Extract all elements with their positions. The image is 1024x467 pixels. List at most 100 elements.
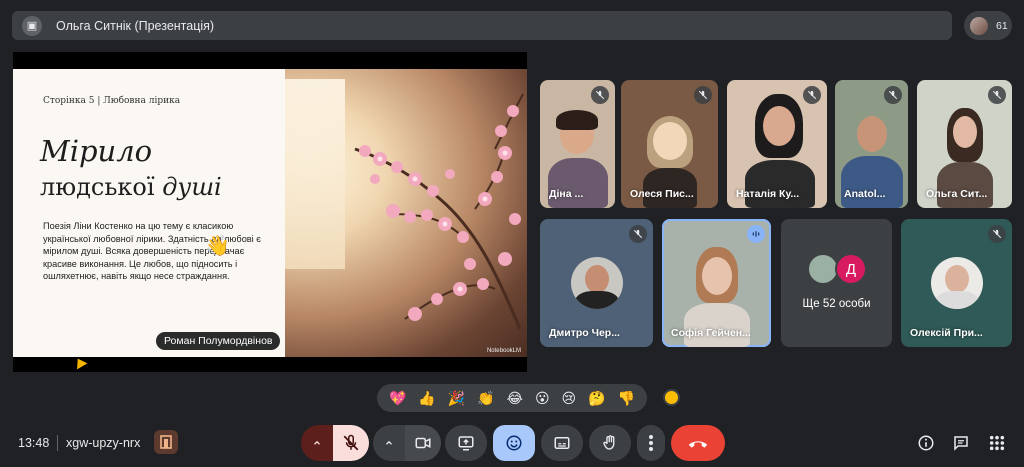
chevron-up-icon (314, 440, 320, 445)
participant-hair (647, 116, 693, 168)
speaking-indicator-icon (747, 225, 765, 243)
participant-tile[interactable]: Дмитро Чер... (540, 219, 653, 347)
presenter-title: Ольга Ситнік (Презентація) (56, 18, 215, 33)
reaction-sad[interactable]: 😢 (562, 391, 577, 405)
participant-tile-speaking[interactable]: Софія Гейчен... (662, 219, 771, 347)
participant-tile[interactable]: Олексій При... (901, 219, 1012, 347)
slide-text-panel: Сторінка 5 | Любовна лірика Мірило людсь… (13, 69, 285, 357)
chevron-up-icon (386, 440, 392, 445)
videocam-icon (415, 437, 431, 449)
raised-hand-name: Роман Полумордвінов (156, 332, 281, 350)
participant-face (763, 106, 795, 146)
skin-tone-button[interactable] (663, 389, 680, 406)
audio-options-button[interactable] (301, 425, 333, 461)
avatar (930, 257, 983, 309)
participant-name: Дмитро Чер... (549, 327, 620, 339)
participant-count: 61 (996, 19, 1008, 32)
others-tile[interactable]: Д Ще 52 особи (781, 219, 892, 347)
meeting-time: 13:48 (18, 436, 50, 450)
raise-hand-button[interactable] (589, 425, 631, 461)
participant-name: Ольга Сит... (926, 188, 988, 200)
participant-name: Діна ... (549, 188, 584, 200)
camera-toggle-button[interactable] (405, 425, 441, 461)
more-vert-icon (649, 435, 653, 451)
present-screen-icon (458, 436, 474, 451)
video-options-button[interactable] (373, 425, 405, 461)
others-avatar-letter: Д (835, 253, 867, 285)
activities-button[interactable] (987, 433, 1007, 453)
slide-heading-line1: Мірило (40, 134, 153, 168)
participant-name: Олеся Пис... (630, 188, 694, 200)
mic-off-icon (694, 86, 712, 104)
emoji-button[interactable] (493, 425, 535, 461)
captions-button[interactable] (541, 425, 583, 461)
participant-tile[interactable]: Наталія Ку... (727, 80, 827, 208)
branch-drawing (354, 93, 524, 329)
call-end-icon (688, 441, 708, 448)
reaction-heart[interactable]: 💖 (389, 391, 406, 405)
chat-button[interactable] (951, 433, 971, 453)
participant-face (857, 116, 887, 152)
raised-hand-icon: 👋 (205, 235, 230, 257)
participants-button[interactable]: 61 (964, 11, 1012, 40)
participant-tile[interactable]: Олеся Пис... (621, 80, 718, 208)
reactions-bar: 💖 👍 🎉 👏 😂 😮 😢 🤔 👎 (377, 384, 647, 412)
reaction-surprised[interactable]: 😮 (535, 391, 550, 405)
reaction-thinking[interactable]: 🤔 (588, 391, 605, 405)
participant-avatar (970, 16, 988, 35)
participant-hair (556, 110, 598, 130)
door-icon[interactable] (154, 430, 178, 454)
slide-heading-line2: людської душі (40, 173, 222, 201)
participant-tile[interactable]: Ольга Сит... (917, 80, 1012, 208)
participant-face (702, 257, 732, 295)
mic-off-icon (803, 86, 821, 104)
window-light (285, 79, 345, 269)
raise-hand-icon (603, 435, 615, 450)
participant-body (841, 156, 903, 208)
divider (57, 435, 58, 451)
reaction-thumbs-down[interactable]: 👎 (618, 391, 635, 405)
participant-body (937, 162, 993, 208)
mic-off-icon (629, 225, 647, 243)
mic-toggle-button[interactable] (333, 425, 369, 461)
participant-name: Наталія Ку... (736, 188, 800, 200)
participant-body (548, 158, 608, 208)
others-count: Ще 52 особи (802, 298, 871, 310)
slide-breadcrumb: Сторінка 5 | Любовна лірика (43, 96, 181, 106)
present-to-all-icon: ▣ (22, 15, 42, 36)
captions-icon (554, 437, 570, 449)
reaction-clap[interactable]: 👏 (477, 391, 494, 405)
slide-heading-word-b: душі (162, 173, 222, 201)
participant-body (684, 303, 750, 347)
meeting-code: xgw-upzy-nrx (66, 436, 141, 450)
more-options-button[interactable] (637, 425, 665, 461)
reaction-party[interactable]: 🎉 (448, 391, 465, 405)
info-icon (918, 435, 934, 451)
mic-off-icon (343, 434, 359, 451)
avatar (570, 257, 623, 309)
notebooklm-brand: NotebookLM (486, 348, 521, 354)
present-screen-button[interactable] (445, 425, 487, 461)
info-button[interactable] (916, 433, 936, 453)
slide-heading-word-a: людської (40, 173, 163, 201)
reaction-thumbs-up[interactable]: 👍 (418, 391, 435, 405)
mic-off-icon (591, 86, 609, 104)
chat-icon (954, 436, 968, 451)
mic-off-icon (884, 86, 902, 104)
cherry-blossom-image: NotebookLM (285, 69, 527, 357)
presentation-title-bar: ▣ Ольга Ситнік (Презентація) (12, 11, 952, 40)
participant-name: Anatol... (844, 188, 886, 200)
participant-name: Софія Гейчен... (671, 327, 751, 339)
leave-call-button[interactable] (671, 425, 725, 461)
participant-name: Олексій При... (910, 327, 983, 339)
slide: Сторінка 5 | Любовна лірика Мірило людсь… (13, 69, 527, 357)
mic-off-icon (988, 225, 1006, 243)
mic-off-icon (988, 86, 1006, 104)
participant-body (745, 160, 815, 208)
presentation-stage[interactable]: Сторінка 5 | Любовна лірика Мірило людсь… (13, 52, 527, 372)
apps-icon (989, 435, 1005, 451)
reaction-laugh[interactable]: 😂 (507, 391, 523, 405)
participant-tile[interactable]: Діна ... (540, 80, 615, 208)
participant-tile[interactable]: Anatol... (835, 80, 908, 208)
participant-face (953, 116, 977, 148)
